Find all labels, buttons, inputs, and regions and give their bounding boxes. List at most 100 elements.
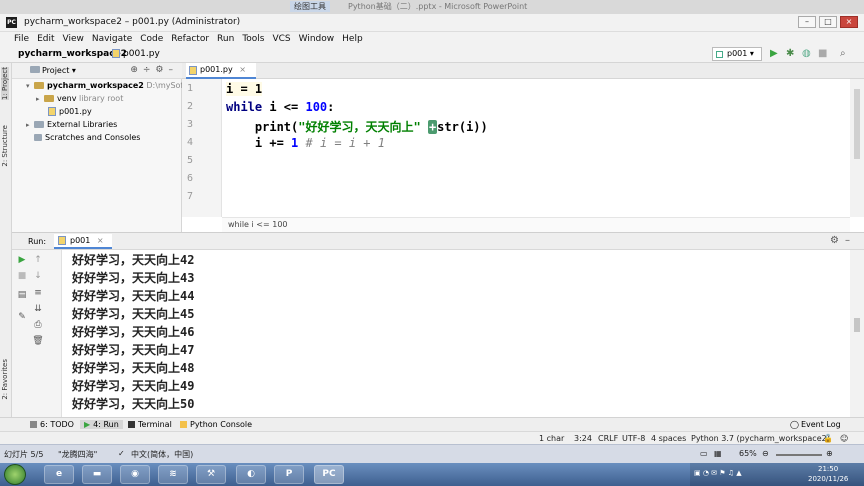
run-configuration-select[interactable]: p001 ▾ bbox=[712, 47, 762, 61]
nav-project-crumb[interactable]: pycharm_workspace2 bbox=[18, 49, 127, 59]
run-console[interactable]: 好好学习，天天向上42 好好学习，天天向上43 好好学习，天天向上44 好好学习… bbox=[62, 250, 850, 417]
spellcheck-icon[interactable]: ✓ bbox=[118, 449, 125, 458]
qq-taskbar-icon[interactable]: ◉ bbox=[120, 465, 150, 484]
layout-icon[interactable]: ▤ bbox=[16, 290, 28, 300]
tray-icons[interactable]: ▣ ◔ ✉ ⚑ ♫ ▲ bbox=[694, 469, 742, 477]
locate-icon[interactable]: ⊕ bbox=[130, 65, 143, 75]
file-encoding[interactable]: UTF-8 bbox=[622, 434, 645, 443]
clock-date[interactable]: 2020/11/26 bbox=[808, 475, 848, 483]
window-title: pycharm_workspace2 – p001.py (Administra… bbox=[24, 17, 241, 27]
scroll-thumb[interactable] bbox=[854, 89, 860, 159]
menu-edit[interactable]: Edit bbox=[37, 34, 54, 44]
menu-code[interactable]: Code bbox=[140, 34, 163, 44]
editor-tab-p001[interactable]: p001.py × bbox=[186, 63, 256, 79]
event-log-button[interactable]: ◯ Event Log bbox=[790, 420, 841, 429]
lock-icon[interactable]: 🔓 bbox=[823, 434, 833, 443]
menu-tools[interactable]: Tools bbox=[242, 34, 264, 44]
search-everywhere-icon[interactable]: ⌕ bbox=[840, 48, 846, 60]
editor-scrollbar[interactable] bbox=[850, 79, 864, 217]
menu-help[interactable]: Help bbox=[342, 34, 363, 44]
stop-icon[interactable]: ■ bbox=[16, 271, 28, 281]
print-icon[interactable]: ⎙ bbox=[32, 320, 44, 330]
stop-icon[interactable]: ■ bbox=[818, 48, 827, 60]
pycharm-taskbar-icon[interactable]: PC bbox=[314, 465, 344, 484]
zoom-in-icon[interactable]: ⊕ bbox=[826, 449, 833, 458]
trash-icon[interactable]: 🗑 bbox=[32, 336, 44, 346]
menu-navigate[interactable]: Navigate bbox=[92, 34, 132, 44]
hide-icon[interactable]: – bbox=[169, 65, 179, 75]
ie-taskbar-icon[interactable]: e bbox=[44, 465, 74, 484]
indent-setting[interactable]: 4 spaces bbox=[651, 434, 686, 443]
terminal-tool-button[interactable]: Terminal bbox=[128, 420, 172, 429]
menu-window[interactable]: Window bbox=[299, 34, 335, 44]
code-line-3[interactable]: print("好好学习，天天向上" +str(i)) bbox=[226, 118, 488, 135]
menu-view[interactable]: View bbox=[63, 34, 84, 44]
run-tool-button[interactable]: ▶ 4: Run bbox=[80, 420, 123, 429]
code-editor[interactable]: i = 1 while i <= 100: print("好好学习，天天向上" … bbox=[222, 79, 850, 217]
app-taskbar-icon[interactable]: ≋ bbox=[158, 465, 188, 484]
structure-tool-button[interactable]: 2: Structure bbox=[1, 125, 9, 167]
soft-wrap-icon[interactable]: ≡ bbox=[32, 288, 44, 298]
scratches-icon bbox=[34, 134, 42, 141]
explorer-taskbar-icon[interactable]: ▬ bbox=[82, 465, 112, 484]
project-view-select[interactable]: Project ▾ bbox=[42, 66, 76, 75]
start-button[interactable] bbox=[4, 464, 26, 485]
code-line-4[interactable]: i += 1 # i = i + 1 bbox=[226, 136, 385, 150]
code-line-2[interactable]: while i <= 100: bbox=[226, 100, 334, 114]
tree-external-libraries[interactable]: ▸ External Libraries bbox=[26, 120, 117, 133]
minimize-button[interactable]: – bbox=[798, 16, 816, 28]
zoom-level[interactable]: 65% bbox=[739, 449, 757, 458]
editor-breadcrumb[interactable]: while i <= 100 bbox=[228, 220, 288, 229]
gear-icon[interactable]: ⚙ bbox=[155, 65, 168, 75]
tool-taskbar-icon[interactable]: ⚒ bbox=[196, 465, 226, 484]
gear-icon[interactable]: ⚙ bbox=[830, 235, 845, 246]
python-interpreter[interactable]: Python 3.7 (pycharm_workspace2) bbox=[691, 434, 830, 443]
zoom-slider[interactable] bbox=[776, 454, 822, 456]
maximize-button[interactable]: □ bbox=[819, 16, 837, 28]
project-tool-button[interactable]: 1: Project bbox=[1, 67, 9, 100]
line-separator[interactable]: CRLF bbox=[598, 434, 618, 443]
clock-time[interactable]: 21:50 bbox=[818, 465, 838, 473]
language-label[interactable]: 中文(简体，中国) bbox=[131, 449, 193, 460]
coverage-icon[interactable]: ◍ bbox=[802, 48, 811, 60]
view-sorter-icon[interactable]: ▦ bbox=[714, 449, 722, 458]
collapse-icon[interactable]: ÷ bbox=[143, 65, 156, 75]
scroll-thumb[interactable] bbox=[854, 318, 860, 332]
menu-run[interactable]: Run bbox=[217, 34, 234, 44]
tree-venv[interactable]: ▸ venv library root bbox=[36, 94, 123, 107]
console-output-line: 好好学习，天天向上46 bbox=[72, 325, 195, 339]
powerpoint-taskbar-icon[interactable]: P bbox=[274, 465, 304, 484]
console-scrollbar[interactable] bbox=[850, 250, 864, 417]
zoom-out-icon[interactable]: ⊖ bbox=[762, 449, 769, 458]
inspector-icon[interactable]: ☺ bbox=[840, 434, 848, 443]
tree-scratches[interactable]: Scratches and Consoles bbox=[34, 133, 140, 146]
python-console-tool-button[interactable]: Python Console bbox=[180, 420, 252, 429]
pin-icon[interactable]: ✎ bbox=[16, 312, 28, 322]
hide-icon[interactable]: – bbox=[845, 235, 856, 246]
menu-vcs[interactable]: VCS bbox=[272, 34, 290, 44]
view-normal-icon[interactable]: ▭ bbox=[700, 449, 708, 458]
firefox-taskbar-icon[interactable]: ◐ bbox=[236, 465, 266, 484]
menu-file[interactable]: File bbox=[14, 34, 29, 44]
close-tab-icon[interactable]: × bbox=[97, 236, 104, 245]
rerun-icon[interactable]: ▶ bbox=[16, 255, 28, 265]
code-line-1[interactable]: i = 1 bbox=[226, 82, 263, 96]
tree-file[interactable]: p001.py bbox=[48, 107, 92, 120]
favorites-tool-button[interactable]: 2: Favorites bbox=[1, 359, 9, 400]
tree-root[interactable]: ▾ pycharm_workspace2 D:\mySoftwa bbox=[26, 81, 198, 94]
todo-tool-button[interactable]: 6: TODO bbox=[30, 420, 74, 429]
close-button[interactable]: × bbox=[840, 16, 858, 28]
debug-icon[interactable]: ✱ bbox=[786, 48, 794, 60]
scroll-down-icon[interactable]: ↓ bbox=[32, 271, 44, 281]
run-tab-p001[interactable]: p001 × bbox=[54, 234, 112, 249]
console-output-line: 好好学习，天天向上48 bbox=[72, 361, 195, 375]
close-tab-icon[interactable]: × bbox=[239, 65, 246, 74]
run-icon[interactable]: ▶ bbox=[770, 48, 778, 60]
scroll-up-icon[interactable]: ↑ bbox=[32, 255, 44, 265]
scroll-to-end-icon[interactable]: ⇊ bbox=[32, 304, 44, 314]
menu-refactor[interactable]: Refactor bbox=[171, 34, 209, 44]
nav-file-crumb[interactable]: p001.py bbox=[112, 49, 160, 59]
caret-position[interactable]: 3:24 bbox=[574, 434, 592, 443]
console-output-line: 好好学习，天天向上42 bbox=[72, 253, 195, 267]
drawing-tools-tab[interactable]: 绘图工具 bbox=[290, 1, 330, 12]
